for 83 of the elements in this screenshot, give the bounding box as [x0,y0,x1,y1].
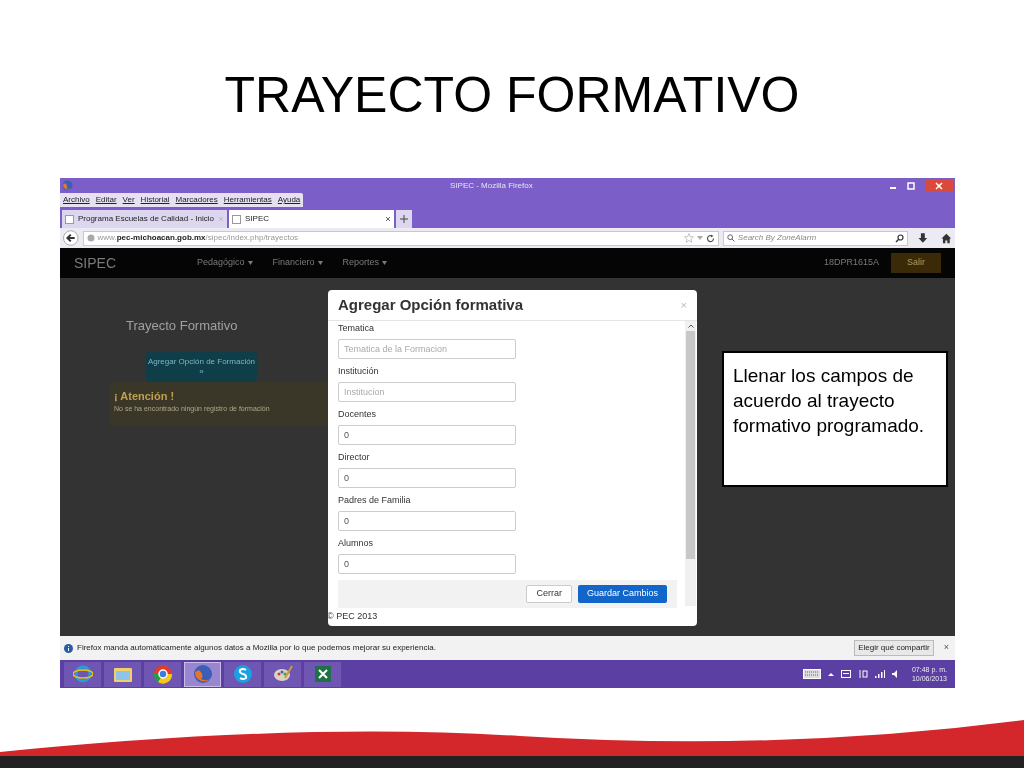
browser-tab[interactable]: Programa Escuelas de Calidad - Inicio [62,210,227,228]
share-button[interactable]: Elegir qué compartir [854,640,934,656]
fox-globe-icon [192,664,213,684]
battery-icon[interactable] [840,670,851,678]
browser-tab[interactable]: SIPEC [229,210,394,228]
input-field[interactable]: 0 [338,510,516,531]
nav-menu-item[interactable]: Pedagógico [197,256,253,270]
taskbar-button[interactable] [224,661,261,687]
input-field[interactable]: Institucion [338,381,516,402]
scrollbar[interactable] [685,321,696,606]
taskbar-button[interactable] [304,661,341,687]
callout-text: Llenar los campos de acuerdo al trayecto formativo programado. [733,364,926,438]
page-heading: Trayecto Formativo [126,317,238,335]
taskbar-button[interactable] [64,661,101,687]
reload-icon[interactable] [705,233,715,243]
address-bar[interactable]: www.pec-michoacan.gob.mx/sipec/index.php/trayectos [82,230,719,246]
add-option-button[interactable]: Agregar Opción de Formación » [146,351,257,382]
user-code: 18DPR1615A [823,256,879,270]
page-icon [232,214,241,224]
search-field[interactable]: Search By ZoneAlarm [722,230,908,246]
site-brand[interactable]: SIPEC [74,252,197,274]
browser-icon [152,664,173,684]
nav-menu-item[interactable]: Reportes [342,256,388,270]
modal-title: Agregar Opción formativa [338,294,524,315]
field-label: Tematica [338,322,375,335]
field-label: Docentes [338,408,378,421]
restore-icon[interactable] [907,181,915,190]
keyboard-icon[interactable] [802,669,821,679]
taskbar-button[interactable] [144,661,181,687]
folder-icon [112,665,133,683]
close-icon[interactable] [385,216,391,222]
fox-globe-icon [62,180,73,191]
menu-item[interactable]: Editar [95,194,117,206]
input-field[interactable]: 0 [338,467,516,488]
info-icon [64,643,73,653]
close-button[interactable]: × [943,641,949,655]
tab-label: Programa Escuelas de Calidad - Inicio [77,213,215,225]
field-label: Alumnos [338,537,374,550]
caret-icon[interactable] [827,671,834,677]
globe-icon [72,664,93,684]
taskbar-button[interactable] [104,661,141,687]
home-icon[interactable] [941,232,952,244]
notification-text: Firefox manda automáticamente algunos datos a Mozilla por lo que podemos mejorar su experiencia. [77,642,436,654]
menu-item[interactable]: Marcadores [175,194,218,206]
slide-title: TRAYECTO FORMATIVO [224,70,800,120]
window-title: SIPEC - Mozilla Firefox [450,179,533,192]
spreadsheet-icon [312,664,333,684]
menu-item[interactable]: Historial [140,194,170,206]
search-icon[interactable] [894,233,904,243]
input-field[interactable]: 0 [338,424,516,445]
taskbar-button[interactable] [184,661,221,687]
palette-icon [272,664,293,684]
back-arrow-icon[interactable] [63,230,79,246]
caret-icon [382,261,388,265]
cancel-button[interactable]: Cerrar [526,585,572,603]
nav-menu-item[interactable]: Financiero [272,256,323,270]
logout-button[interactable]: Salir [891,253,941,273]
field-label: Padres de Familia [338,494,412,507]
close-icon[interactable] [925,179,953,192]
alert-title: ¡ Atención ! [114,388,176,404]
page-icon [65,214,74,224]
menu-item[interactable]: Herramientas [223,194,272,206]
menu-item[interactable]: Archivo [63,194,90,206]
search-icon [726,234,735,242]
star-icon[interactable] [683,233,694,243]
signal-icon[interactable] [874,670,885,678]
taskbar-button[interactable] [264,661,301,687]
plus-icon [400,215,408,223]
input-field[interactable]: 0 [338,553,516,574]
url-text: www.pec-michoacan.gob.mx/sipec/index.php/trayectos [97,232,299,244]
menu-item[interactable]: Ayuda [277,194,301,206]
caret-icon [317,261,323,265]
chat-icon [232,664,253,684]
field-label: Director [338,451,371,464]
menu-item[interactable]: Ver [122,194,135,206]
save-button[interactable]: Guardar Cambios [577,585,667,603]
search-placeholder: Search By ZoneAlarm [737,232,817,244]
tab-label: SIPEC [245,213,269,225]
field-label: Institución [338,365,380,378]
input-field[interactable]: Tematica de la Formacion [338,338,516,359]
caret-icon [247,261,253,265]
globe-icon [86,234,95,242]
download-icon[interactable] [917,232,928,244]
